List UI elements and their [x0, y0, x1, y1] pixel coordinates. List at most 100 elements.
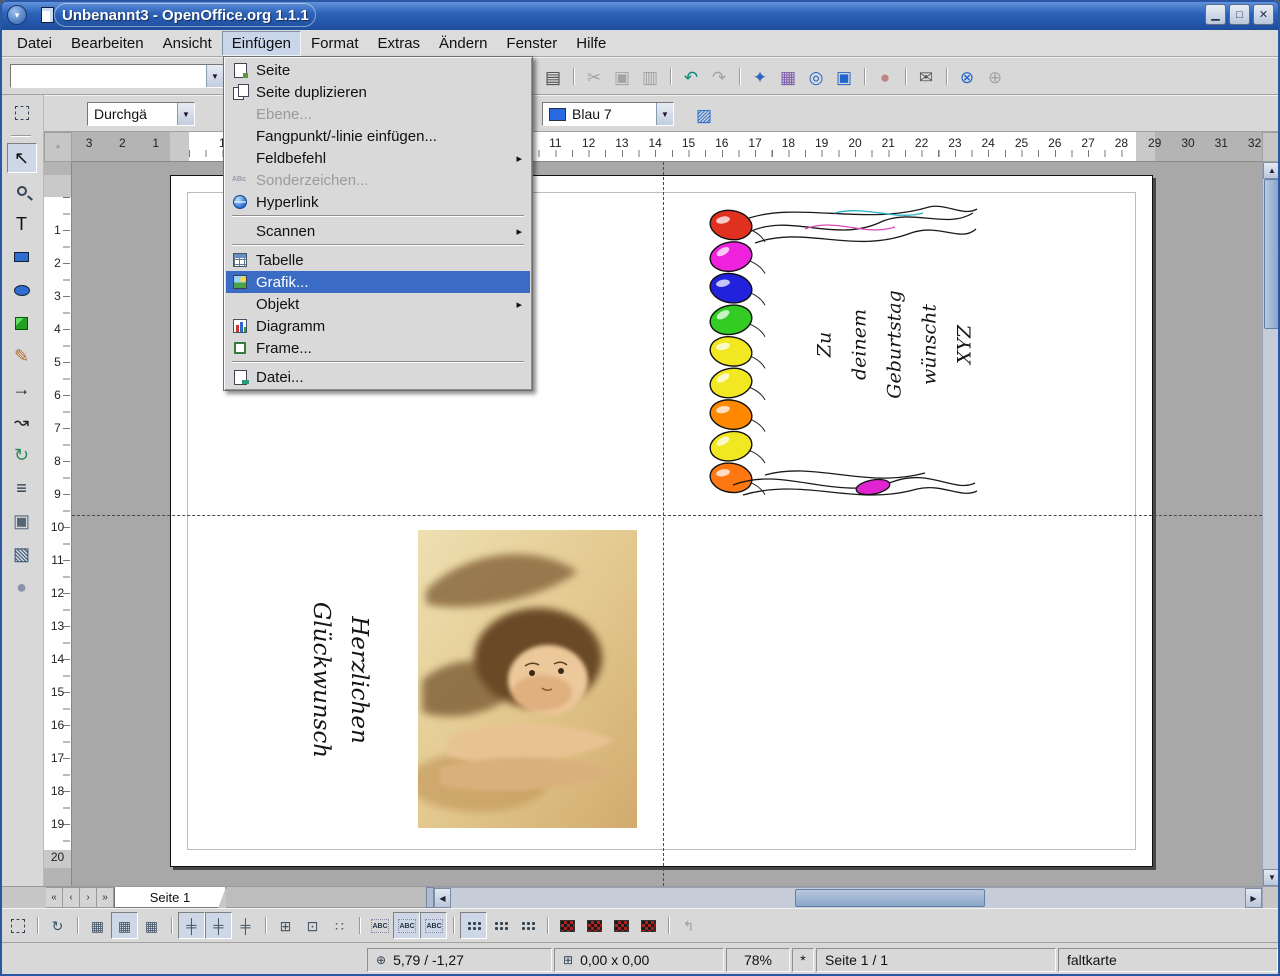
last-page-tab-button[interactable]: » [97, 887, 114, 908]
fill-color-select[interactable]: Blau 7 ▼ [542, 102, 674, 126]
display-grayscale-button[interactable] [581, 912, 608, 939]
menu-item-tabelle[interactable]: Tabelle [226, 249, 530, 271]
alignment-tool[interactable]: ≡ [7, 473, 37, 503]
menu-item-diagramm[interactable]: Diagramm [226, 315, 530, 337]
menu-item-frame[interactable]: Frame... [226, 337, 530, 359]
scroll-up-button[interactable]: ▲ [1263, 162, 1280, 179]
snap-to-grid-button[interactable]: ▦ [111, 912, 138, 939]
print-button[interactable]: ▤ [539, 63, 567, 91]
menu-item-datei[interactable]: Datei... [226, 366, 530, 388]
minimize-button[interactable]: ▁ [1205, 4, 1226, 25]
navigator-button[interactable]: ✦ [746, 63, 774, 91]
select-text-area-button[interactable] [393, 912, 420, 939]
titlebar[interactable]: ▾ Unbenannt3 - OpenOffice.org 1.1.1 ▁ □ ✕ [0, 0, 1280, 30]
simple-handles-button[interactable] [460, 912, 487, 939]
display-bw-button[interactable] [608, 912, 635, 939]
vertical-snap-line[interactable] [663, 162, 664, 886]
close-button[interactable]: ✕ [1253, 4, 1274, 25]
objects3d-tool[interactable] [7, 308, 37, 338]
show-snap-lines-button[interactable]: ╪ [178, 912, 205, 939]
show-grid-button[interactable]: ▦ [84, 912, 111, 939]
statusbar-position[interactable]: ⊕ 5,79 / -1,27 [367, 947, 552, 972]
select-tool[interactable]: ↖ [6, 143, 37, 173]
ellipse-tool[interactable] [7, 275, 37, 305]
fullscreen-button[interactable]: ▣ [830, 63, 858, 91]
modify-with-attributes-button[interactable] [514, 912, 541, 939]
rectangle-tool[interactable] [7, 242, 37, 272]
statusbar-layer[interactable]: faltkarte [1058, 947, 1278, 972]
horizontal-scrollbar-thumb[interactable] [795, 889, 985, 907]
snap-to-object-border-button[interactable]: ⊡ [299, 912, 326, 939]
vertical-ruler[interactable]: 1 2 3 4 5 6 7 8 9 10 11 12 13 14 15 16 17 18 19 20 [44, 162, 72, 886]
cherub-image[interactable] [418, 530, 637, 828]
statusbar-size[interactable]: ⊞ 0,00 x 0,00 [554, 947, 724, 972]
menu-fenster[interactable]: Fenster [497, 32, 566, 55]
stop-button[interactable]: ⊗ [953, 63, 981, 91]
menu-format[interactable]: Format [302, 32, 368, 55]
url-field[interactable]: ▼ [10, 64, 224, 88]
gallery-button[interactable]: ▦ [774, 63, 802, 91]
menu-item-seite-duplizieren[interactable]: Seite duplizieren [226, 81, 530, 103]
card-back-text[interactable]: Herzlichen Glückwunsch [302, 600, 378, 760]
menu-ansicht[interactable]: Ansicht [154, 32, 221, 55]
menu-extras[interactable]: Extras [369, 32, 430, 55]
statusbar-page[interactable]: Seite 1 / 1 [816, 947, 1056, 972]
display-contrast-button[interactable] [635, 912, 662, 939]
statusbar-zoom[interactable]: 78% [726, 947, 790, 972]
menu-bearbeiten[interactable]: Bearbeiten [62, 32, 153, 55]
tab-splitter-handle[interactable] [426, 887, 434, 908]
snap-lines-to-front-button[interactable]: ╪ [232, 912, 259, 939]
menu-item-hyperlink[interactable]: Hyperlink [226, 191, 530, 213]
chevron-down-icon[interactable]: ▼ [656, 103, 673, 125]
menu-item-grafik[interactable]: Grafik... [226, 271, 530, 293]
menu-item-objekt[interactable]: Objekt ▸ [226, 293, 530, 315]
horizontal-snap-line[interactable] [72, 515, 1262, 516]
menu-aendern[interactable]: Ändern [430, 32, 496, 55]
connector-tool[interactable]: ↝ [7, 407, 37, 437]
chevron-down-icon[interactable]: ▼ [177, 103, 194, 125]
web-button[interactable]: ◎ [802, 63, 830, 91]
page-tab[interactable]: Seite 1 [114, 887, 226, 908]
undo-button[interactable]: ↶ [677, 63, 705, 91]
shadow-button[interactable]: ▨ [690, 101, 718, 129]
vertical-scrollbar-thumb[interactable] [1264, 179, 1279, 329]
menu-hilfe[interactable]: Hilfe [567, 32, 615, 55]
prev-page-tab-button[interactable]: ‹ [63, 887, 80, 908]
horizontal-scrollbar[interactable]: ◀ ▶ [434, 887, 1262, 908]
arrange-tool[interactable]: ▣ [7, 506, 37, 536]
snap-to-object-points-button[interactable]: ∷ [326, 912, 353, 939]
edit-points-button[interactable] [4, 912, 31, 939]
snap-to-snap-lines-button[interactable]: ╪ [205, 912, 232, 939]
grid-to-front-button[interactable]: ▦ [138, 912, 165, 939]
large-handles-button[interactable] [487, 912, 514, 939]
scroll-down-button[interactable]: ▼ [1263, 869, 1280, 886]
maximize-button[interactable]: □ [1229, 4, 1250, 25]
zoom-tool[interactable] [7, 176, 37, 206]
first-page-tab-button[interactable]: « [46, 887, 63, 908]
menu-item-scannen[interactable]: Scannen ▸ [226, 220, 530, 242]
scroll-right-button[interactable]: ▶ [1245, 888, 1262, 908]
menu-item-seite[interactable]: Seite [226, 59, 530, 81]
insert-tool[interactable]: ▧ [7, 539, 37, 569]
text-tool[interactable]: T [7, 209, 37, 239]
next-page-tab-button[interactable]: › [80, 887, 97, 908]
system-menu-button[interactable]: ▾ [7, 5, 27, 25]
select-frame-tool[interactable] [7, 98, 37, 128]
double-click-edit-button[interactable] [420, 912, 447, 939]
menu-item-feldbefehl[interactable]: Feldbefehl ▸ [226, 147, 530, 169]
ruler-corner-button[interactable]: ▫ [44, 132, 72, 162]
mail-button[interactable]: ✉ [912, 63, 940, 91]
snap-to-margins-button[interactable]: ⊞ [272, 912, 299, 939]
vertical-scrollbar[interactable]: ▲ ▼ [1262, 162, 1280, 886]
line-style-select[interactable]: Durchgä ▼ [87, 102, 195, 126]
interoperability-tool[interactable]: ● [7, 572, 37, 602]
scroll-left-button[interactable]: ◀ [434, 888, 451, 908]
card-front-text[interactable]: Zu deinem Geburtstag wünscht XYZ [808, 280, 983, 410]
curve-tool[interactable]: ✎ [7, 341, 37, 371]
menu-einfuegen[interactable]: Einfügen [221, 30, 302, 56]
rot ation-mode-button[interactable]: ↻ [44, 912, 71, 939]
quick-editing-button[interactable] [366, 912, 393, 939]
menu-item-fangpunkt-linie[interactable]: Fangpunkt/-linie einfügen... [226, 125, 530, 147]
menu-datei[interactable]: Datei [8, 32, 61, 55]
effects-rotate-tool[interactable]: ↻ [7, 440, 37, 470]
